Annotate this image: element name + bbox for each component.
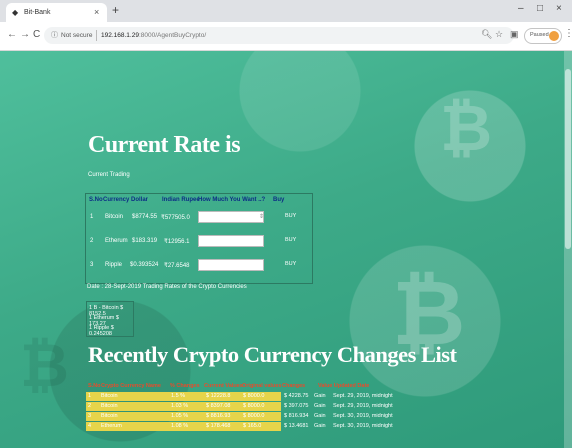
quantity-input-ripple[interactable] bbox=[198, 259, 264, 271]
forward-icon[interactable]: → bbox=[20, 29, 30, 40]
table-row: 1 Bitcoin $8774.55 ₹577505.0 ⇕ BUY bbox=[86, 206, 312, 228]
buy-button-ripple[interactable]: BUY bbox=[285, 261, 296, 267]
quantity-input-bitcoin[interactable] bbox=[198, 211, 264, 223]
table-row: 3 Ripple $0.393524 ₹27.6548 BUY bbox=[90, 259, 297, 271]
rate-table: S.No Currency Dollar Indian Rupee How Mu… bbox=[85, 193, 313, 284]
avatar bbox=[549, 31, 559, 41]
zoom-icon[interactable]: 🔍︎ bbox=[481, 29, 492, 40]
col-currency: Currency bbox=[103, 197, 130, 203]
subtitle: Current Trading bbox=[88, 172, 130, 178]
date-note: Date : 28-Sept-2019 Trading Rates of the… bbox=[87, 284, 247, 290]
reference-rates: 1 B - Bitcoin $ 8152.5 1 Etherum $ 173.2… bbox=[86, 301, 134, 337]
close-window-button[interactable]: × bbox=[556, 3, 562, 14]
bitcoin-background-icon: ₿ bbox=[20, 331, 69, 401]
col-rupee: Indian Rupee bbox=[162, 197, 200, 203]
tab-strip: ◆ Bit-Bank × + – □ × bbox=[0, 0, 572, 22]
scrollbar-thumb[interactable] bbox=[565, 69, 571, 249]
browser-toolbar: ← → C ⓘ Not secure 192.168.1.29:8000/Age… bbox=[0, 22, 572, 51]
table-row: 2 Bitcoin 1.03 % $ 8397.08 $ 8000.0 $ 39… bbox=[86, 402, 393, 411]
buy-button-etherum[interactable]: BUY bbox=[285, 237, 296, 243]
address-divider bbox=[96, 30, 97, 41]
bitbank-favicon-icon: ◆ bbox=[12, 8, 19, 17]
menu-icon[interactable]: ⋮ bbox=[564, 28, 572, 39]
browser-tab[interactable]: ◆ Bit-Bank × bbox=[6, 3, 107, 22]
info-icon[interactable]: ⓘ bbox=[51, 30, 58, 40]
table-row: 4 Etherum 1.08 % $ 178.468 $ 165.0 $ 13.… bbox=[86, 422, 393, 431]
tab-close-icon[interactable]: × bbox=[94, 7, 99, 17]
buy-button-bitcoin[interactable]: BUY bbox=[285, 213, 296, 219]
profile-paused-button[interactable]: Paused bbox=[524, 28, 562, 44]
bitcoin-background-icon: ₿ bbox=[440, 92, 493, 166]
rate-table-header: S.No Currency Dollar Indian Rupee How Mu… bbox=[86, 194, 312, 206]
table-row: 2 Etherum $183.319 ₹12956.1 BUY bbox=[90, 235, 297, 247]
star-bookmark-icon[interactable]: ☆ bbox=[495, 29, 503, 40]
page-scrollbar[interactable] bbox=[564, 51, 572, 448]
maximize-button[interactable]: □ bbox=[537, 3, 543, 14]
tab-title: Bit-Bank bbox=[24, 9, 51, 16]
changes-table: S.No Crypto Currency Name % Changes Curr… bbox=[86, 381, 404, 448]
changes-table-header: S.No Crypto Currency Name % Changes Curr… bbox=[88, 383, 370, 389]
new-tab-button[interactable]: + bbox=[112, 3, 119, 17]
col-how-much: How Much You Want ..? bbox=[198, 197, 266, 203]
security-label: Not secure bbox=[61, 32, 93, 39]
col-sno: S.No bbox=[89, 197, 103, 203]
col-dollar: Dollar bbox=[131, 197, 149, 203]
page-content: ₿ ₿ ₿ Current Rate is Current Trading S.… bbox=[0, 51, 572, 448]
reload-icon[interactable]: C bbox=[33, 29, 40, 40]
back-icon[interactable]: ← bbox=[7, 29, 17, 40]
col-buy: Buy bbox=[273, 197, 285, 203]
minimize-button[interactable]: – bbox=[518, 3, 524, 14]
page-title: Current Rate is bbox=[88, 132, 241, 158]
extension-icon[interactable]: ▣ bbox=[510, 29, 519, 40]
quantity-input-etherum[interactable] bbox=[198, 235, 264, 247]
table-row: 1 Bitcoin 1.5 % $ 12228.8 $ 8000.0 $ 422… bbox=[86, 392, 393, 401]
changes-heading: Recently Crypto Currency Changes List bbox=[88, 342, 457, 367]
address-bar[interactable]: ⓘ Not secure 192.168.1.29:8000/AgentBuyC… bbox=[44, 27, 514, 44]
url-text[interactable]: 192.168.1.29:8000/AgentBuyCrypto/ bbox=[101, 32, 206, 39]
table-row: 3 Bitcoin 1.05 % $ 8816.93 $ 8000.0 $ 81… bbox=[86, 412, 393, 421]
